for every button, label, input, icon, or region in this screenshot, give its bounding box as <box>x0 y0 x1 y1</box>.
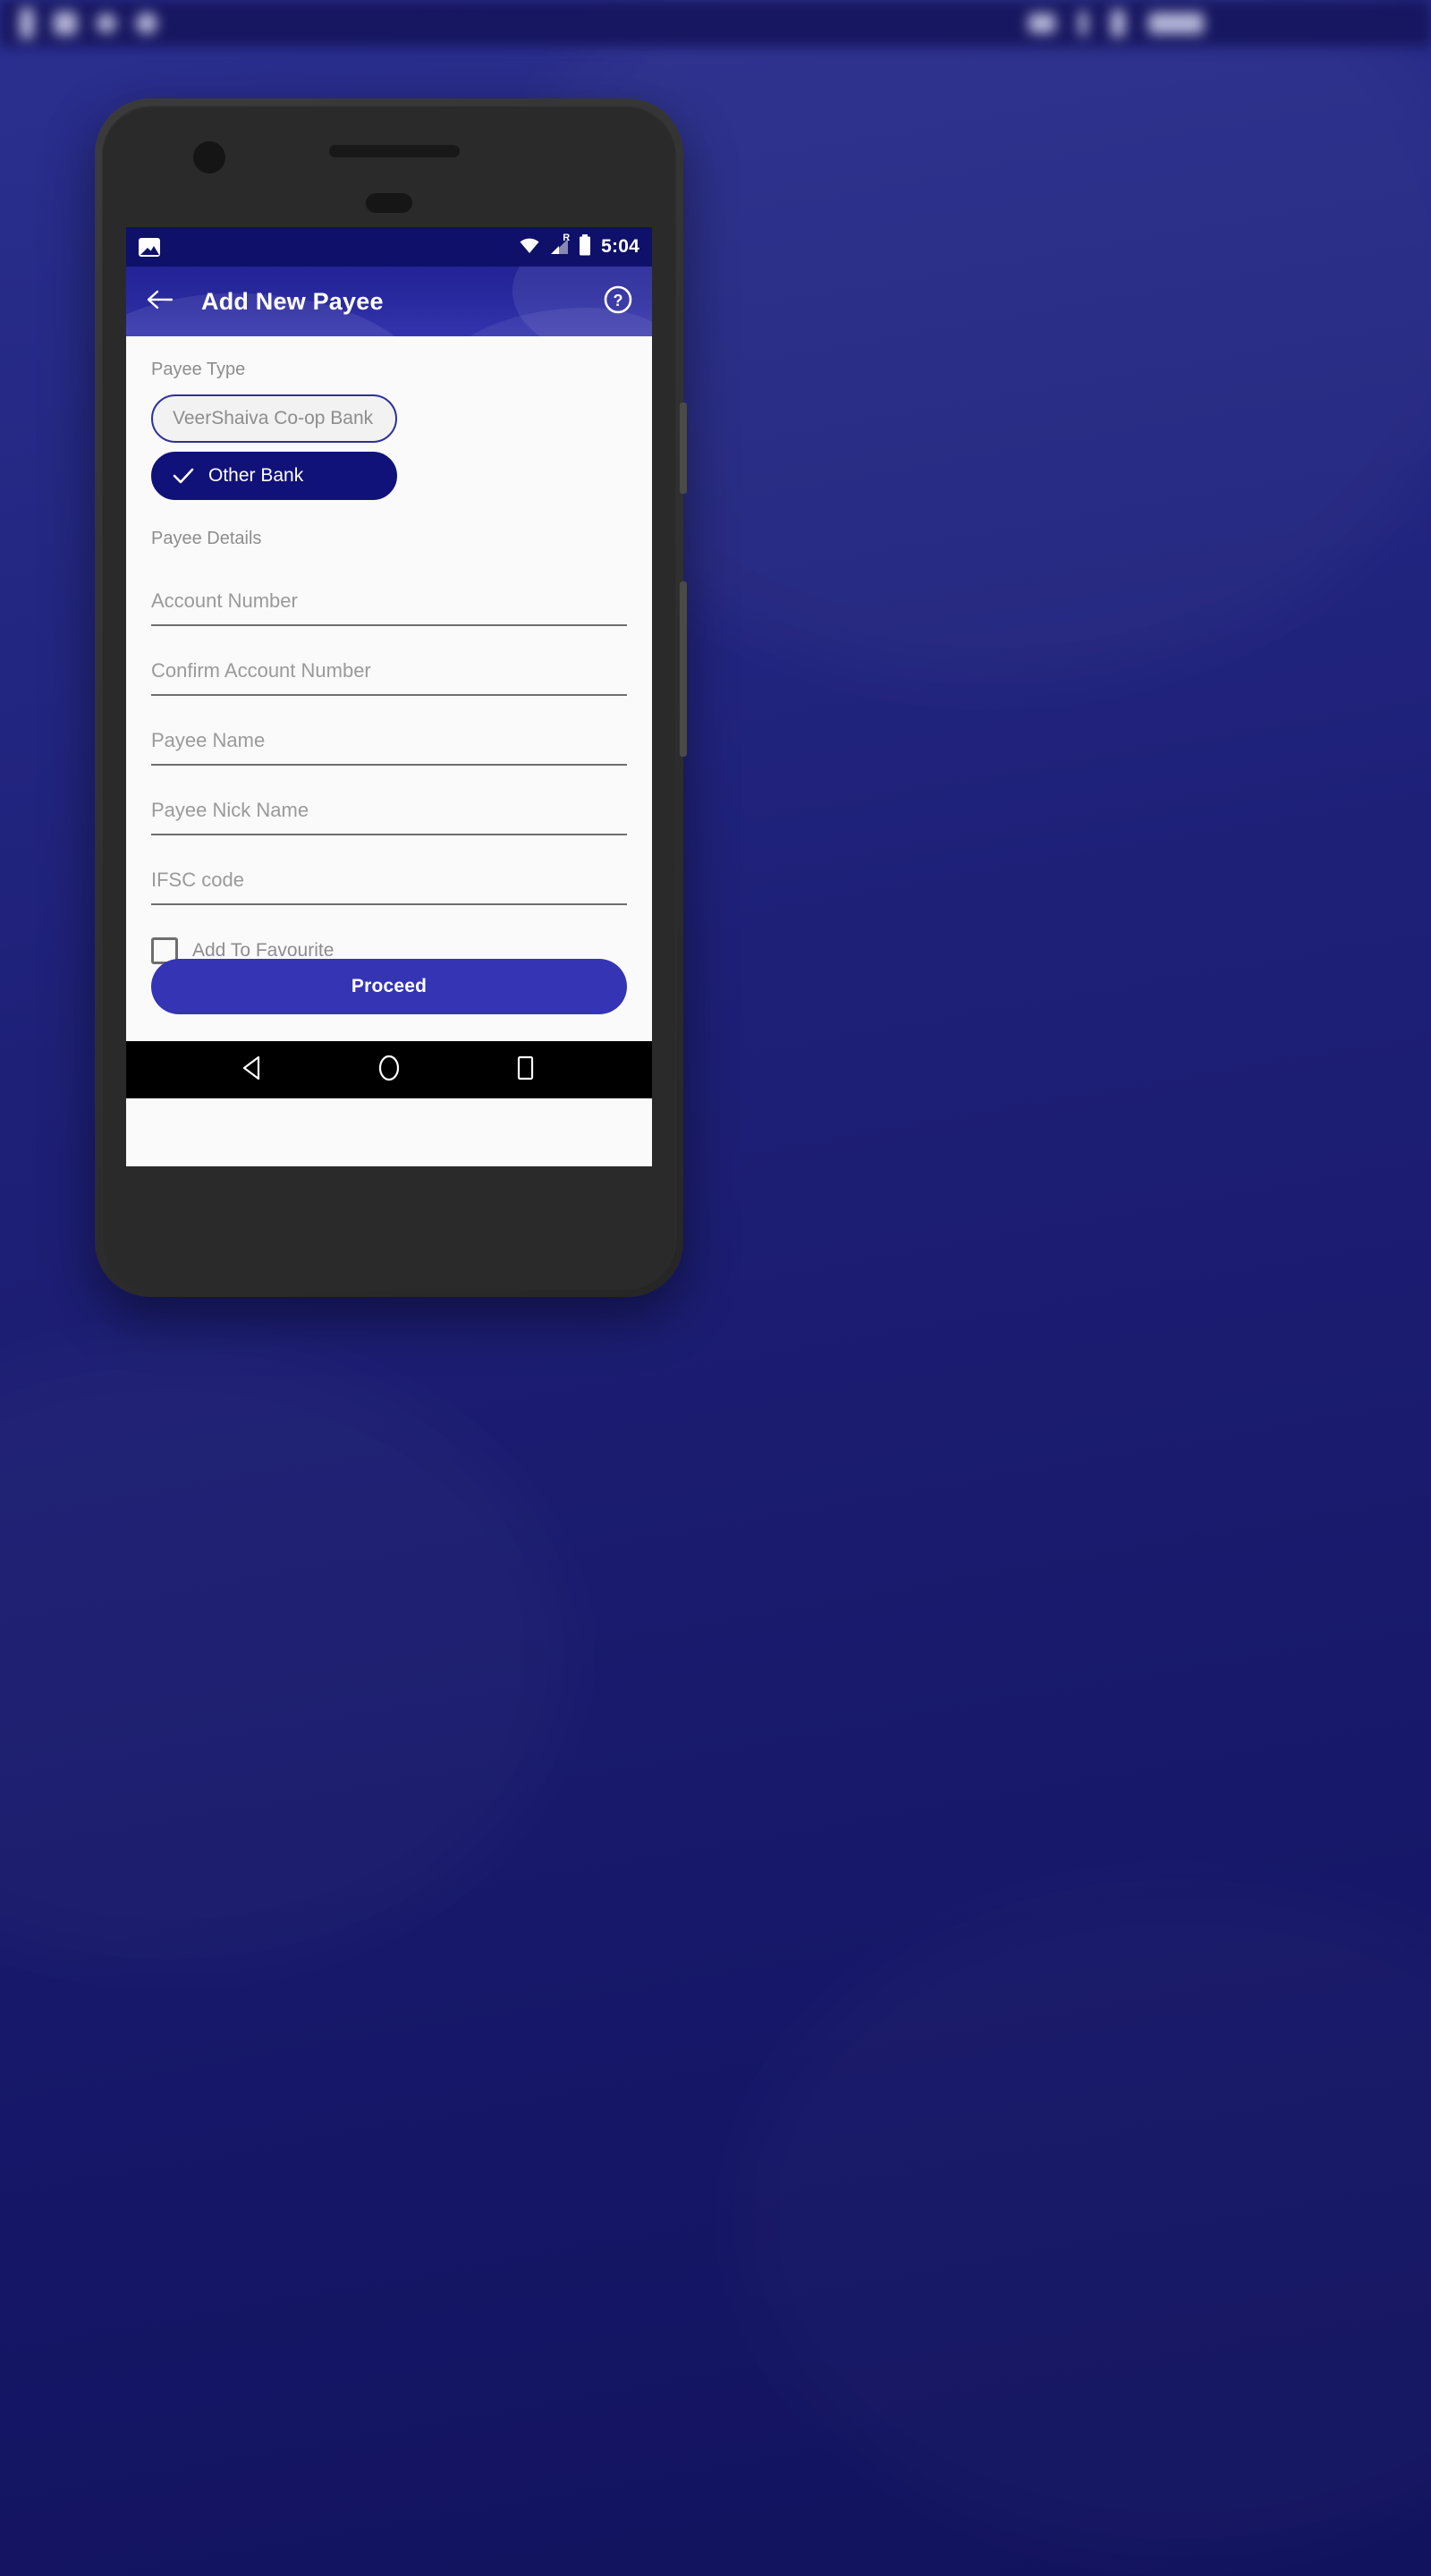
wallpaper-blob <box>0 1342 572 1968</box>
roaming-label: R <box>563 233 571 243</box>
proximity-sensor-icon <box>366 193 412 213</box>
battery-full-icon <box>578 233 592 260</box>
nav-home-circle-icon <box>377 1054 402 1087</box>
help-button[interactable]: ? <box>600 284 636 319</box>
os-icon <box>97 13 116 33</box>
nav-home-button[interactable] <box>364 1049 414 1090</box>
nav-recents-square-icon <box>513 1055 537 1086</box>
check-icon <box>173 467 194 485</box>
os-status-right-icons <box>1029 0 1204 47</box>
payee-nick-name-input[interactable] <box>151 787 627 834</box>
payee-type-option-label: Other Bank <box>208 465 304 486</box>
payee-details-label: Payee Details <box>151 529 262 548</box>
back-button[interactable] <box>142 284 178 319</box>
payee-type-option-other-bank[interactable]: Other Bank <box>151 452 397 500</box>
wifi-icon <box>519 236 540 258</box>
payee-type-option-veershaiva[interactable]: VeerShaiva Co-op Bank <box>151 394 397 443</box>
confirm-account-number-field[interactable] <box>151 648 627 696</box>
wallpaper-blob <box>733 1878 1431 2558</box>
payee-name-field[interactable] <box>151 717 627 766</box>
confirm-account-number-input[interactable] <box>151 648 627 694</box>
os-icon <box>136 13 157 34</box>
account-number-input[interactable] <box>151 578 627 624</box>
payee-name-input[interactable] <box>151 717 627 764</box>
os-icon <box>54 12 77 35</box>
back-arrow-icon <box>147 289 174 315</box>
status-right: R 5:04 <box>519 233 639 260</box>
nav-recents-button[interactable] <box>500 1049 550 1090</box>
volume-button[interactable] <box>680 581 687 757</box>
os-icon <box>1029 13 1055 33</box>
os-icon <box>1079 11 1088 36</box>
account-number-field[interactable] <box>151 578 627 626</box>
screenshot-root: R 5:04 Add New Payee ? Payee Type VeerSh… <box>0 0 1431 2576</box>
nav-back-triangle-icon <box>241 1055 266 1086</box>
ifsc-code-field[interactable] <box>151 857 627 905</box>
earpiece-speaker-icon <box>329 145 460 157</box>
signal-roaming-icon: R <box>549 233 570 257</box>
app-status-bar: R 5:04 <box>126 227 652 267</box>
ifsc-code-input[interactable] <box>151 857 627 903</box>
phone-device-frame: R 5:04 Add New Payee ? Payee Type VeerSh… <box>95 98 687 1297</box>
android-nav-bar <box>126 1041 652 1098</box>
os-status-bar <box>0 0 1431 47</box>
nav-back-button[interactable] <box>228 1049 278 1090</box>
os-status-left-icons <box>20 0 157 47</box>
camera-dot-icon <box>193 141 225 174</box>
photo-icon <box>139 237 160 257</box>
form-body: Payee Type VeerShaiva Co-op Bank Other B… <box>126 336 652 1041</box>
phone-screen: R 5:04 Add New Payee ? Payee Type VeerSh… <box>126 227 652 1166</box>
help-circle-icon: ? <box>603 284 633 319</box>
svg-text:?: ? <box>614 292 623 309</box>
app-bar: Add New Payee ? <box>126 267 652 336</box>
os-icon <box>1111 10 1125 37</box>
page-title: Add New Payee <box>201 287 384 315</box>
status-left <box>139 237 160 257</box>
os-icon <box>20 8 34 38</box>
status-bar-clock: 5:04 <box>601 236 639 257</box>
os-clock <box>1148 13 1204 34</box>
power-button[interactable] <box>680 402 687 494</box>
payee-type-option-label: VeerShaiva Co-op Bank <box>173 408 374 428</box>
payee-nick-name-field[interactable] <box>151 787 627 835</box>
payee-type-label: Payee Type <box>151 360 246 379</box>
proceed-button[interactable]: Proceed <box>151 959 627 1014</box>
